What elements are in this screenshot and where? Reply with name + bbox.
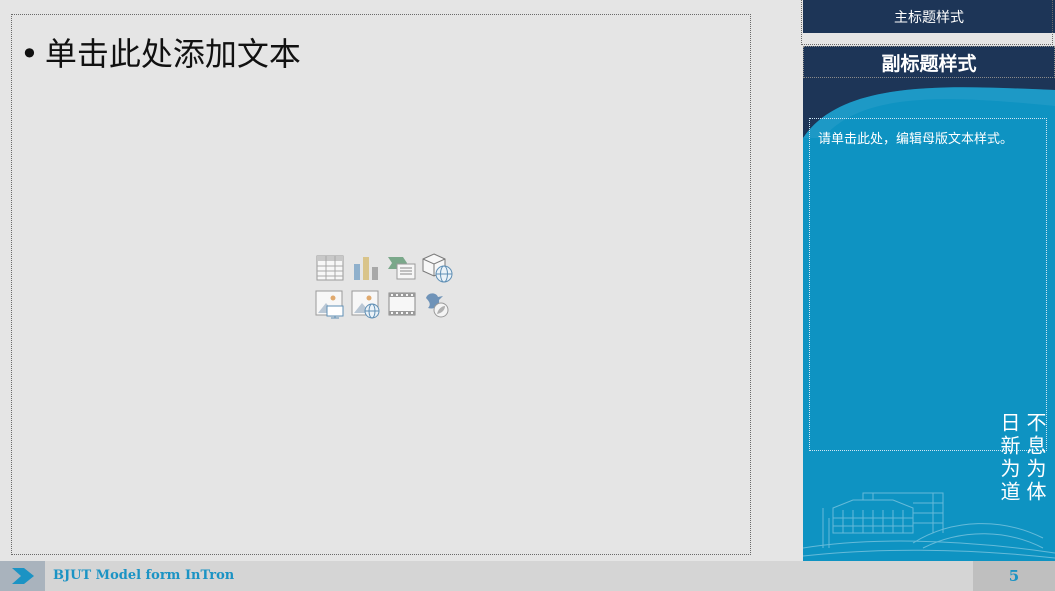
bullet-text[interactable]: • 单击此处添加文本 bbox=[20, 29, 301, 75]
blue-decor-area: 请单击此处，编辑母版文本样式。 不息为体 日新为道 bbox=[803, 78, 1055, 561]
title-outline bbox=[801, 0, 1053, 45]
page-number: 5 bbox=[1008, 567, 1020, 585]
body-placeholder[interactable]: 请单击此处，编辑母版文本样式。 bbox=[809, 118, 1047, 451]
calligraphy-motto-col2: 日新为道 bbox=[997, 412, 1021, 504]
video-icon[interactable] bbox=[384, 286, 420, 322]
icons-icon[interactable] bbox=[420, 286, 456, 322]
online-picture-icon[interactable] bbox=[348, 286, 384, 322]
insert-content-icons bbox=[312, 250, 456, 324]
bullet-text-label: 单击此处添加文本 bbox=[44, 35, 301, 73]
calligraphy-motto-col1: 不息为体 bbox=[1023, 412, 1047, 504]
body-text: 请单击此处，编辑母版文本样式。 bbox=[818, 132, 1014, 147]
subtitle: 副标题样式 bbox=[881, 52, 977, 75]
smartart-icon[interactable] bbox=[384, 250, 420, 286]
chart-icon[interactable] bbox=[348, 250, 384, 286]
footer-brand-text: BJUT Model form InTron bbox=[53, 568, 235, 583]
subtitle-placeholder[interactable]: 副标题样式 bbox=[803, 46, 1055, 78]
3d-model-icon[interactable] bbox=[420, 250, 456, 286]
footer-bar: BJUT Model form InTron 5 bbox=[0, 561, 1055, 591]
table-icon[interactable] bbox=[312, 250, 348, 286]
picture-icon[interactable] bbox=[312, 286, 348, 322]
content-placeholder[interactable]: • 单击此处添加文本 bbox=[11, 14, 751, 555]
footer-arrow-box bbox=[0, 561, 45, 591]
chevron-right-icon bbox=[11, 568, 34, 584]
bullet-dot: • bbox=[20, 35, 39, 73]
page-number-box: 5 bbox=[973, 561, 1055, 591]
right-panel: 主标题样式 副标题样式 请单击此处，编辑母版文本样式。 不息为体 日新为道 bbox=[801, 0, 1055, 561]
